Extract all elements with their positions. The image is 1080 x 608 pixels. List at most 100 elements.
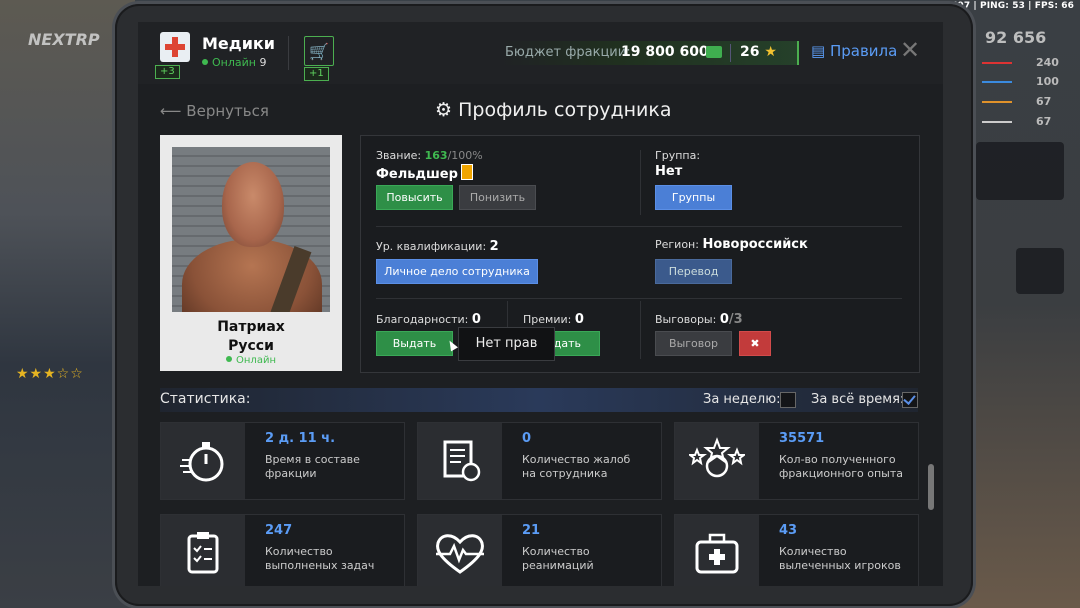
issue-thanks-button[interactable]: Выдать	[376, 331, 453, 356]
employee-photo-card: Патриах Русси Онлайн	[160, 135, 342, 371]
cart-button[interactable]: 🛒	[304, 36, 334, 66]
hud-stat-health: 240	[1036, 56, 1059, 69]
hud-stat-armor: 100	[1036, 75, 1059, 88]
rank-name: Фельдшер	[376, 167, 458, 182]
rank-name-row: Фельдшер	[376, 164, 474, 182]
online-label: Онлайн	[212, 56, 256, 69]
mugshot	[172, 147, 330, 312]
money-counter: 92 656	[985, 28, 1047, 47]
rank-tag-icon	[461, 164, 474, 180]
points-value: 26	[740, 44, 760, 60]
divider	[288, 36, 289, 70]
cart-badge: +1	[304, 67, 329, 81]
divider	[640, 301, 641, 359]
reprimand-button[interactable]: Выговор	[655, 331, 732, 356]
medkit-icon	[675, 515, 759, 586]
server-logo: NEXTRP	[28, 30, 100, 49]
stat-label: Количество вылеченных игроков	[779, 545, 901, 572]
rules-link[interactable]: ▤ Правила	[811, 42, 897, 60]
online-count: 9	[259, 56, 267, 69]
all-time-label: За всё время:	[811, 392, 905, 407]
faction-budget: Бюджет фракции: 19 800 600 26 ★	[500, 41, 799, 65]
dossier-button[interactable]: Личное дело сотрудника	[376, 259, 538, 284]
employee-info: Звание: 163/100% Фельдшер Повысить Пониз…	[360, 135, 920, 373]
stat-card-time: 2 д. 11 ч. Время в составе фракции	[160, 422, 405, 500]
transfer-button[interactable]: Перевод	[655, 259, 732, 284]
online-dot-icon	[202, 59, 208, 65]
statistics-title: Статистика:	[160, 391, 251, 407]
bonus-row: Премии: 0	[523, 312, 584, 327]
exp-stars-icon	[675, 423, 759, 499]
stat-value: 21	[522, 523, 541, 538]
back-label: Вернуться	[186, 102, 269, 120]
stat-card-healed: 43 Количество вылеченных игроков	[674, 514, 919, 586]
statistics-bar: Статистика: За неделю: За всё время:	[160, 388, 918, 412]
stat-value: 35571	[779, 431, 825, 446]
stat-value: 0	[522, 431, 532, 446]
stat-value: 2 д. 11 ч.	[265, 431, 336, 446]
panel-header: +3 Медики Онлайн 9 🛒 +1 Бюджет фракции: …	[138, 22, 943, 84]
cash-icon	[706, 46, 722, 58]
bell-icon	[1016, 248, 1064, 294]
employee-status: Онлайн	[160, 355, 342, 366]
faction-points: 26 ★	[740, 44, 777, 60]
stat-card-reanimations: 21 Количество реанимаций	[417, 514, 662, 586]
all-time-checkbox[interactable]	[902, 392, 918, 408]
checklist-icon	[161, 515, 245, 586]
faction-online: Онлайн 9	[202, 56, 266, 69]
group-value-row: Нет	[655, 164, 682, 179]
user-remove-icon: ✖	[750, 337, 760, 350]
rules-label: Правила	[829, 42, 898, 60]
divider	[376, 226, 902, 227]
reprimand-row: Выговоры: 0/3	[655, 312, 743, 327]
demote-button[interactable]: Понизить	[459, 185, 536, 210]
hud-stat-hunger: 67	[1036, 95, 1052, 108]
gear-icon: ⚙	[435, 99, 453, 121]
week-checkbox[interactable]	[780, 392, 796, 408]
divider	[640, 150, 641, 215]
budget-value: 19 800 600	[621, 44, 709, 60]
scrollbar-thumb[interactable]	[928, 464, 934, 510]
region-row: Регион: Новороссийск	[655, 237, 808, 252]
hunger-bar	[982, 101, 1012, 103]
stat-card-complaints: 0 Количество жалоб на сотрудника	[417, 422, 662, 500]
page-title-text: Профиль сотрудника	[458, 99, 672, 121]
close-icon[interactable]: ✕	[900, 36, 920, 64]
online-dot-icon	[226, 356, 233, 362]
thanks-row: Благодарности: 0	[376, 312, 481, 327]
arrow-left-icon: ⟵	[160, 102, 182, 120]
stat-card-tasks: 247 Количество выполненых задач	[160, 514, 405, 586]
bonus-value: 0	[574, 312, 584, 327]
qualification-row: Ур. квалификации: 2	[376, 239, 499, 254]
thirst-bar	[982, 121, 1012, 123]
faction-badge: +3	[155, 65, 180, 79]
faction-name: Медики	[202, 34, 275, 53]
stat-label: Кол-во полученного фракционного опыта	[779, 453, 904, 480]
thanks-value: 0	[471, 312, 481, 327]
wanted-stars: ★★★☆☆	[16, 366, 84, 382]
qualification-value: 2	[489, 239, 499, 254]
stat-value: 43	[779, 523, 798, 538]
week-label: За неделю:	[703, 392, 781, 407]
group-label: Группа:	[655, 149, 701, 162]
heartbeat-icon	[418, 515, 502, 586]
remove-reprimand-button[interactable]: ✖	[739, 331, 771, 356]
stopwatch-icon	[161, 423, 245, 499]
groups-button[interactable]: Группы	[655, 185, 732, 210]
stat-value: 247	[265, 523, 293, 538]
promote-button[interactable]: Повысить	[376, 185, 453, 210]
hud-inventory-slot	[976, 142, 1064, 200]
rank-points: 163	[424, 149, 448, 162]
rank-row: Звание: 163/100%	[376, 149, 483, 162]
stat-label: Количество выполненых задач	[265, 545, 375, 572]
back-button[interactable]: ⟵ Вернуться	[160, 102, 269, 120]
page-title: ⚙ Профиль сотрудника	[435, 99, 672, 121]
reprimand-value: 0	[719, 312, 729, 327]
stat-label: Время в составе фракции	[265, 453, 360, 480]
stat-label: Количество жалоб на сотрудника	[522, 453, 631, 480]
employee-name: Патриах Русси	[217, 319, 285, 354]
hud-stat-thirst: 67	[1036, 115, 1052, 128]
star-icon: ★	[764, 44, 777, 60]
stat-card-experience: 35571 Кол-во полученного фракционного опы…	[674, 422, 919, 500]
hospital-icon	[160, 32, 190, 62]
